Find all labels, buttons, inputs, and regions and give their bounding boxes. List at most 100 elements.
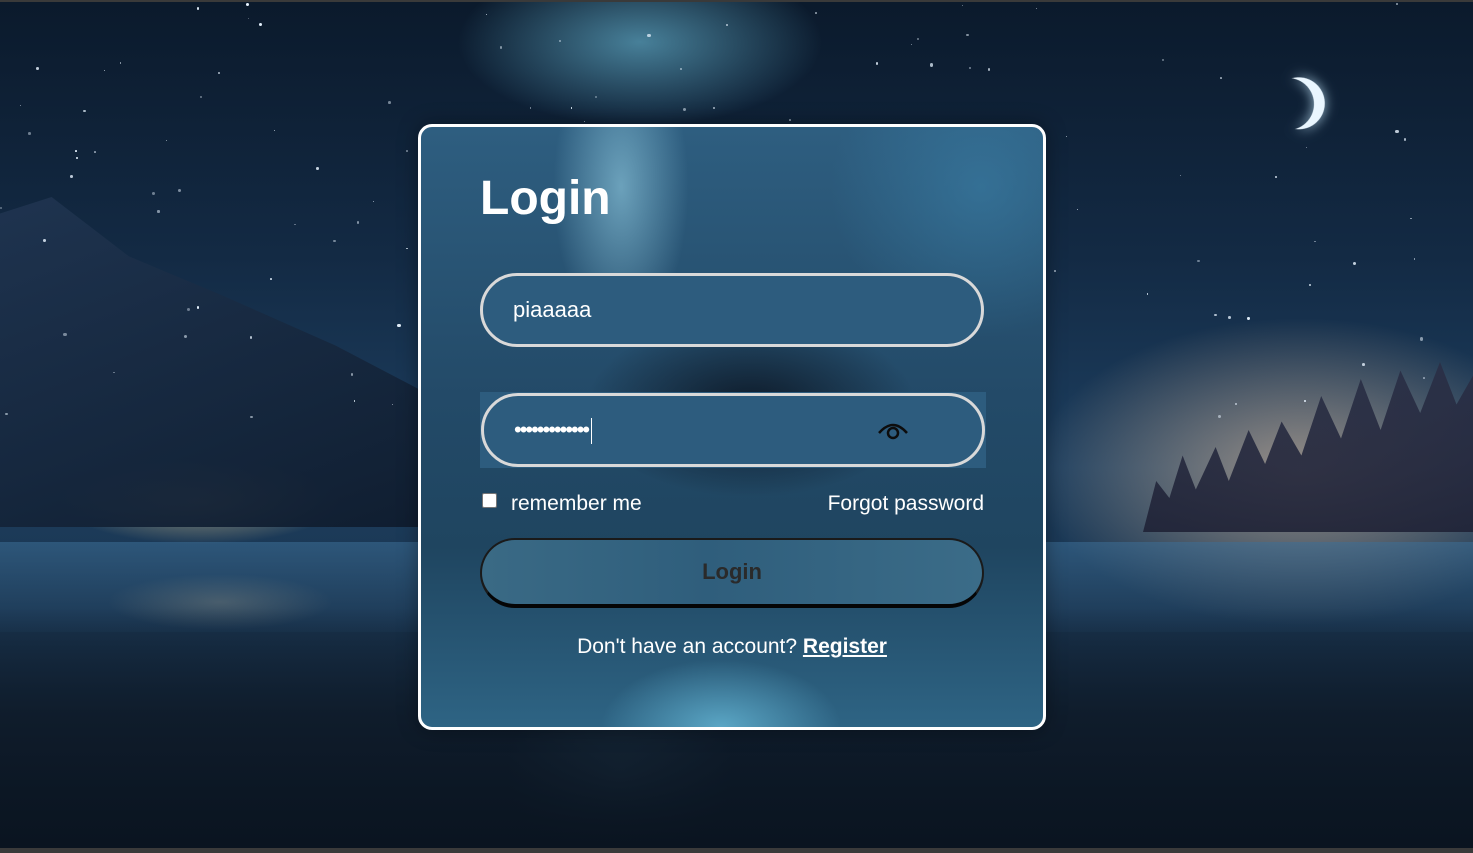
star [966, 34, 969, 37]
star [1179, 175, 1182, 177]
star [165, 139, 167, 142]
star [726, 23, 728, 26]
star [245, 3, 249, 7]
star [875, 62, 879, 65]
eye-icon[interactable] [876, 418, 910, 444]
password-field[interactable]: ••••••••••••• [481, 393, 985, 467]
star [485, 13, 488, 15]
star [1275, 175, 1278, 178]
star [683, 107, 687, 111]
star [1076, 208, 1079, 211]
star [273, 129, 275, 131]
login-button[interactable]: Login [480, 538, 984, 608]
star [151, 192, 155, 196]
star [1404, 138, 1407, 141]
password-input[interactable]: ••••••••••••• [514, 417, 593, 445]
star [199, 96, 203, 99]
star [388, 101, 391, 105]
star [558, 39, 562, 43]
remember-me-checkbox[interactable] [482, 493, 497, 508]
app-window: Login ••••••••••••• remember me Forgot p… [0, 0, 1473, 853]
star [70, 175, 73, 178]
star [120, 62, 122, 64]
star [987, 68, 991, 71]
username-field[interactable] [480, 273, 984, 347]
star [397, 323, 401, 328]
star [929, 63, 934, 67]
register-prompt-text: Don't have an account? [577, 635, 798, 658]
star [910, 43, 913, 45]
star [350, 373, 353, 376]
star [1227, 315, 1231, 319]
username-input[interactable] [513, 276, 873, 344]
star [316, 167, 319, 170]
star [247, 17, 250, 19]
star [570, 106, 573, 109]
star [1305, 146, 1308, 149]
star [63, 332, 67, 337]
star [680, 67, 683, 70]
star [1314, 240, 1316, 242]
star [76, 156, 79, 160]
star [595, 95, 598, 98]
text-caret [591, 418, 593, 445]
star [1065, 136, 1067, 138]
star [103, 69, 105, 72]
star [1035, 8, 1037, 10]
options-row: remember me Forgot password [480, 489, 986, 519]
star [1362, 363, 1366, 367]
star [499, 46, 503, 49]
star [1396, 2, 1399, 5]
star [43, 238, 46, 242]
forest-silhouette [1143, 362, 1473, 532]
star [1423, 377, 1425, 379]
star [1352, 262, 1356, 266]
star [968, 66, 972, 70]
star [270, 278, 272, 280]
star [789, 119, 791, 122]
star [1218, 415, 1222, 419]
star [83, 109, 86, 113]
star [1413, 257, 1416, 260]
star [584, 121, 586, 123]
star [1220, 76, 1223, 79]
password-field-wrapper: ••••••••••••• [480, 392, 986, 468]
star [1395, 129, 1399, 133]
remember-me-label[interactable]: remember me [511, 492, 642, 516]
star [157, 210, 160, 213]
star [333, 239, 336, 243]
star [0, 206, 3, 209]
star [19, 105, 22, 107]
star [1197, 259, 1200, 263]
forgot-password-link[interactable]: Forgot password [828, 492, 984, 516]
star [196, 7, 200, 11]
star [405, 150, 408, 152]
star [35, 66, 39, 70]
star [1309, 284, 1312, 287]
register-prompt-row: Don't have an account? Register [421, 635, 1043, 659]
star [1410, 218, 1412, 220]
star [917, 38, 920, 41]
star [815, 12, 817, 14]
star [294, 223, 296, 226]
register-link[interactable]: Register [803, 635, 887, 658]
star [28, 132, 31, 135]
star [1214, 314, 1217, 317]
star [372, 201, 374, 203]
star [392, 403, 394, 405]
star [647, 33, 651, 38]
password-mask: ••••••••••••• [514, 417, 590, 442]
star [259, 23, 263, 27]
star [1419, 337, 1424, 341]
moon-icon [1252, 68, 1323, 139]
login-card: Login ••••••••••••• remember me Forgot p… [418, 124, 1046, 730]
star [529, 107, 532, 109]
star [353, 400, 356, 403]
star [1053, 270, 1056, 273]
star [962, 5, 964, 7]
star [74, 149, 77, 152]
star [250, 415, 253, 419]
page-title: Login [480, 172, 611, 225]
star [712, 107, 715, 110]
star [356, 221, 360, 224]
